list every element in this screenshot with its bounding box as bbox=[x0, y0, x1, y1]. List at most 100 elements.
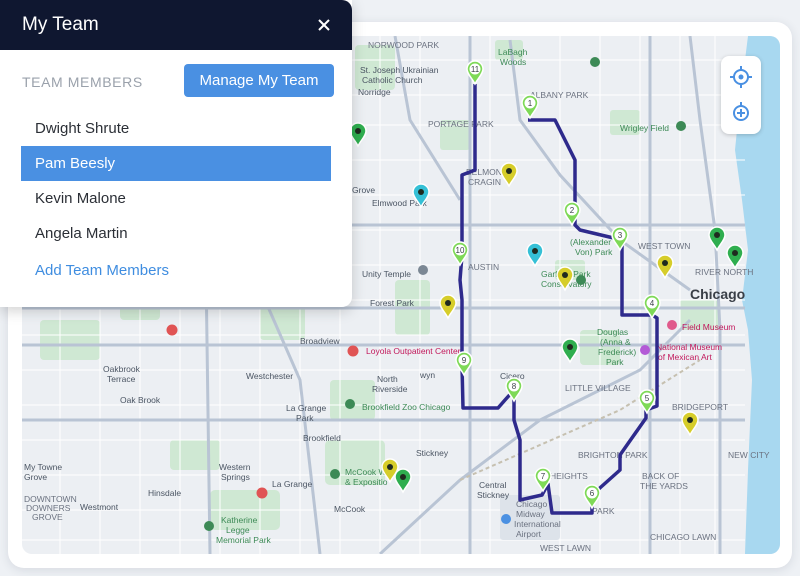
hospital-icon bbox=[166, 324, 178, 336]
stop-number: 1 bbox=[528, 99, 533, 108]
label-stickney: Stickney bbox=[416, 448, 449, 458]
label-grove-dt: GROVE bbox=[32, 512, 63, 522]
label-park: PARK bbox=[592, 506, 615, 516]
route-stop-pin[interactable]: 5 bbox=[638, 389, 656, 415]
panel-title: My Team bbox=[22, 14, 99, 35]
label-forest-park: Forest Park bbox=[370, 298, 415, 308]
map-controls bbox=[721, 56, 761, 134]
recenter-icon[interactable] bbox=[725, 97, 757, 129]
label-legge: Legge bbox=[226, 525, 250, 535]
add-team-members-link[interactable]: Add Team Members bbox=[35, 262, 169, 279]
label-unity-temple: Unity Temple bbox=[362, 269, 411, 279]
label-douglas-4: Park bbox=[606, 357, 624, 367]
park-icon bbox=[590, 57, 600, 67]
label-douglas: Douglas bbox=[597, 327, 628, 337]
member-item-angela[interactable]: Angela Martin bbox=[21, 216, 331, 251]
close-icon[interactable] bbox=[312, 13, 336, 37]
label-norwood-park: NORWOOD PARK bbox=[368, 40, 439, 50]
hospital-icon bbox=[256, 487, 268, 499]
manage-team-button[interactable]: Manage My Team bbox=[184, 64, 334, 97]
label-river-north: RIVER NORTH bbox=[695, 267, 753, 277]
park-icon bbox=[576, 275, 586, 285]
label-new-city: NEW CITY bbox=[728, 450, 770, 460]
label-st-joseph-2: Catholic Church bbox=[362, 75, 423, 85]
stop-number: 11 bbox=[471, 65, 480, 74]
museum-icon bbox=[640, 345, 650, 355]
hospital-icon bbox=[347, 345, 359, 357]
label-douglas-2: (Anna & bbox=[600, 337, 631, 347]
route-stop-pin[interactable]: 6 bbox=[583, 484, 601, 510]
green-location-pin[interactable] bbox=[561, 338, 579, 364]
label-chicago: Chicago bbox=[690, 286, 745, 302]
label-portage-park: PORTAGE PARK bbox=[428, 119, 494, 129]
label-grove: Grove bbox=[352, 185, 375, 195]
label-alexander: (Alexander bbox=[570, 237, 611, 247]
label-western: Western bbox=[219, 462, 251, 472]
member-item-dwight[interactable]: Dwight Shrute bbox=[21, 111, 331, 146]
park-icon bbox=[204, 521, 214, 531]
panel-header: My Team bbox=[0, 0, 352, 50]
label-katherine: Katherine bbox=[221, 515, 258, 525]
stadium-icon bbox=[676, 121, 686, 131]
label-loyola: Loyola Outpatient Center bbox=[366, 346, 461, 356]
green-location-pin[interactable] bbox=[349, 122, 367, 148]
stop-number: 2 bbox=[570, 206, 575, 215]
label-la-bagh: LaBagh bbox=[498, 47, 528, 57]
stop-number: 5 bbox=[645, 394, 650, 403]
label-memorial-park: Memorial Park bbox=[216, 535, 272, 545]
label-central: Central bbox=[479, 480, 507, 490]
member-item-kevin[interactable]: Kevin Malone bbox=[21, 181, 331, 216]
yellow-location-pin[interactable] bbox=[681, 411, 699, 437]
green-location-pin[interactable] bbox=[708, 226, 726, 252]
label-brookfield: Brookfield bbox=[303, 433, 341, 443]
label-west-town: WEST TOWN bbox=[638, 241, 690, 251]
label-berwyn: wyn bbox=[419, 370, 435, 380]
label-midway-4: Airport bbox=[516, 529, 542, 539]
route-stop-pin[interactable]: 3 bbox=[611, 226, 629, 252]
stop-number: 6 bbox=[590, 489, 595, 498]
label-oakbrook-2: Terrace bbox=[107, 374, 136, 384]
label-little-village: LITTLE VILLAGE bbox=[565, 383, 631, 393]
zoo-icon bbox=[345, 399, 355, 409]
teal-location-pin[interactable] bbox=[526, 242, 544, 268]
stop-number: 4 bbox=[650, 299, 655, 308]
route-stop-pin[interactable]: 1 bbox=[521, 94, 539, 120]
label-la-bagh-2: Woods bbox=[500, 57, 526, 67]
label-brighton-park: BRIGHTON PARK bbox=[578, 450, 648, 460]
label-west-lawn: WEST LAWN bbox=[540, 543, 591, 553]
member-item-pam[interactable]: Pam Beesly bbox=[21, 146, 331, 181]
label-back-of: BACK OF bbox=[642, 471, 679, 481]
label-central-stickney: Stickney bbox=[477, 490, 510, 500]
label-mccook: McCook bbox=[334, 504, 366, 514]
team-members-label: TEAM MEMBERS bbox=[22, 74, 143, 90]
stop-number: 8 bbox=[512, 382, 517, 391]
label-riverside: Riverside bbox=[372, 384, 408, 394]
museum-icon bbox=[667, 320, 677, 330]
label-westchester: Westchester bbox=[246, 371, 293, 381]
label-la-grange: La Grange bbox=[272, 479, 312, 489]
stop-number: 9 bbox=[462, 356, 467, 365]
label-chicago-lawn: CHICAGO LAWN bbox=[650, 532, 716, 542]
label-midway-2: Midway bbox=[516, 509, 546, 519]
label-norridge: Norridge bbox=[358, 87, 391, 97]
yellow-location-pin[interactable] bbox=[500, 162, 518, 188]
label-austin: AUSTIN bbox=[468, 262, 499, 272]
label-oak-brook: Oak Brook bbox=[120, 395, 161, 405]
label-brookfield-zoo: Brookfield Zoo Chicago bbox=[362, 402, 451, 412]
label-north: North bbox=[377, 374, 398, 384]
label-broadview: Broadview bbox=[300, 336, 341, 346]
route-stop-pin[interactable]: 10 bbox=[451, 241, 469, 267]
green-location-pin[interactable] bbox=[394, 468, 412, 494]
label-westmont: Westmont bbox=[80, 502, 119, 512]
label-my-towne: My Towne bbox=[24, 462, 62, 472]
label-midway-3: International bbox=[514, 519, 561, 529]
label-st-joseph: St. Joseph Ukrainian bbox=[360, 65, 439, 75]
yellow-location-pin[interactable] bbox=[439, 294, 457, 320]
label-national-museum: National Museum bbox=[656, 342, 722, 352]
crosshair-icon[interactable] bbox=[725, 61, 757, 93]
stop-number: 7 bbox=[541, 472, 546, 481]
stop-number: 3 bbox=[618, 231, 623, 240]
team-panel: My Team TEAM MEMBERS Manage My Team Dwig… bbox=[0, 0, 352, 307]
route-stop-pin[interactable]: 2 bbox=[563, 201, 581, 227]
label-wrigley-field: Wrigley Field bbox=[620, 123, 669, 133]
